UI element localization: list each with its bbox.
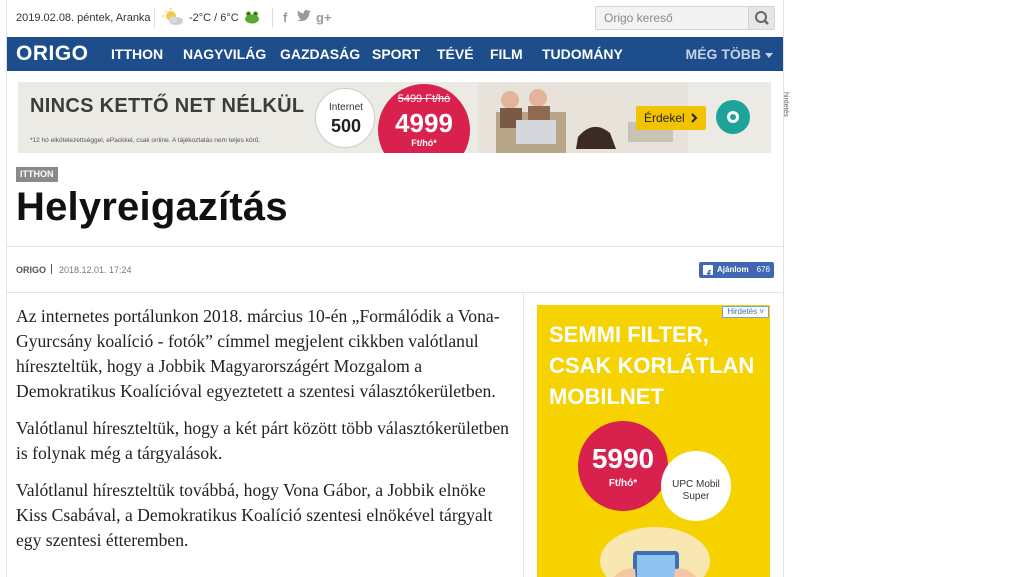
side-ad-price-badge: 5990 Ft/hó* (578, 421, 668, 511)
temperature-label: -2°C / 6°C (189, 12, 239, 24)
origo-logo[interactable]: ORIGO (16, 42, 89, 66)
price-unit: Ft/hó* (411, 138, 437, 148)
internet-speed: 500 (330, 116, 362, 136)
phone-illustration (600, 527, 710, 577)
google-plus-icon[interactable]: g+ (316, 10, 332, 26)
main-nav: ORIGO ITTHON NAGYVILÁG GAZDASÁG SPORT TÉ… (7, 37, 783, 71)
banner-headline: NINCS KETTŐ NET NÉLKÜL (30, 95, 305, 117)
side-ad-plan-name: UPC Mobil Super (672, 479, 720, 502)
side-ad[interactable]: Hirdetés ˅ SEMMI FILTER, CSAK KORLÁTLAN … (537, 305, 770, 577)
nav-item-film[interactable]: FILM (490, 46, 523, 62)
facebook-icon[interactable]: f (283, 10, 287, 26)
nav-item-nagyvilag[interactable]: NAGYVILÁG (183, 46, 266, 62)
date-label: 2019.02.08. péntek, Aranka (16, 12, 151, 24)
paragraph: Valótlanul híreszteltük továbbá, hogy Vo… (16, 480, 493, 550)
side-ad-price-unit: Ft/hó* (608, 478, 638, 489)
paragraph: Valótlanul híreszteltük, hogy a két párt… (16, 418, 509, 463)
frog-icon (245, 11, 259, 24)
upc-logo (716, 100, 750, 134)
recommend-label: Ajánlom (717, 265, 749, 274)
nav-item-gazdasag[interactable]: GAZDASÁG (280, 46, 360, 62)
divider (7, 292, 783, 293)
internet-speed-badge: Internet 500 (315, 88, 375, 148)
nav-item-sport[interactable]: SPORT (372, 46, 420, 62)
column-divider (523, 292, 524, 577)
divider (272, 8, 273, 28)
search-input[interactable] (596, 7, 748, 29)
more-menu[interactable]: MÉG TÖBB (686, 46, 773, 62)
banner-fine-print: *12 hó elkötelezettséggel, ePackkel, csa… (30, 137, 261, 144)
ad-label: hirdetés (782, 92, 789, 117)
side-ad-plan-badge: UPC Mobil Super (661, 451, 731, 521)
article-timestamp: 2018.12.01. 17:24 (59, 265, 132, 275)
divider (51, 264, 52, 274)
facebook-icon (703, 265, 713, 278)
top-bar: 2019.02.08. péntek, Aranka -2°C / 6°C f … (7, 0, 783, 37)
old-price: 5499 Ft/hó (397, 93, 451, 105)
side-ad-price: 5990 (591, 443, 655, 474)
paragraph: Az internetes portálunkon 2018. március … (16, 306, 500, 401)
internet-label: Internet (329, 102, 363, 113)
chevron-down-icon (765, 52, 773, 58)
search-button[interactable] (748, 7, 774, 29)
nav-item-tudomany[interactable]: TUDOMÁNY (542, 46, 623, 62)
ad-tag[interactable]: Hirdetés ˅ (722, 306, 769, 318)
facebook-recommend-button[interactable]: Ajánlom 676 (699, 262, 774, 278)
divider (7, 246, 783, 247)
interested-button-label: Érdekel (644, 111, 685, 125)
category-badge[interactable]: ITTHON (16, 167, 58, 182)
interested-button[interactable]: Érdekel (636, 106, 706, 130)
twitter-icon[interactable] (297, 10, 311, 26)
nav-item-teve[interactable]: TÉVÉ (437, 46, 474, 62)
price-badge: 5499 Ft/hó 4999 Ft/hó* (378, 84, 470, 153)
recommend-count: 676 (756, 265, 770, 274)
search-box (595, 6, 775, 30)
search-icon (755, 11, 769, 25)
side-ad-title: SEMMI FILTER, CSAK KORLÁTLAN MOBILNET (549, 322, 755, 409)
price: 4999 (395, 108, 453, 138)
chevron-right-icon (691, 113, 698, 123)
article-source: ORIGO (16, 265, 47, 275)
article-title: Helyreigazítás (16, 185, 288, 229)
article-body: Az internetes portálunkon 2018. március … (16, 304, 516, 565)
more-menu-label: MÉG TÖBB (685, 46, 761, 62)
divider (154, 8, 155, 28)
banner-ad[interactable]: NINCS KETTŐ NET NÉLKÜL *12 hó elköteleze… (18, 82, 771, 153)
partly-cloudy-icon (162, 8, 183, 25)
nav-item-itthon[interactable]: ITTHON (111, 46, 163, 62)
page: 2019.02.08. péntek, Aranka -2°C / 6°C f … (6, 0, 789, 577)
